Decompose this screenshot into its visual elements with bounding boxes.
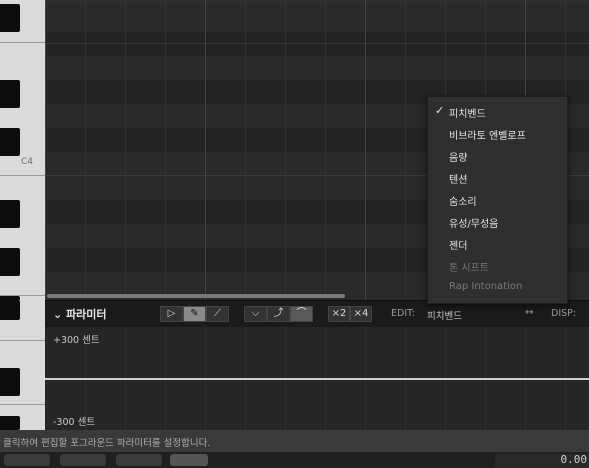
black-key[interactable] bbox=[0, 416, 20, 430]
horizontal-scrollbar[interactable] bbox=[47, 294, 345, 298]
swap-arrows-icon[interactable]: ↔ bbox=[525, 307, 533, 318]
curve-smooth-button[interactable]: ⤴ bbox=[267, 306, 290, 322]
zoom-x2-button[interactable]: ×2 bbox=[328, 306, 350, 322]
chevron-down-icon[interactable]: ⌄ bbox=[53, 308, 62, 321]
black-key[interactable] bbox=[0, 128, 20, 156]
black-key[interactable] bbox=[0, 248, 20, 276]
menu-item-vibrato-envelope[interactable]: 비브라토 엔벨로프 bbox=[428, 123, 567, 145]
pencil-icon: ✎ bbox=[190, 308, 199, 319]
curve-smooth-icon: ⤴ bbox=[273, 308, 284, 319]
time-readout: 0.00 bbox=[495, 453, 589, 468]
menu-item-tone-shift: 톤 시프트 bbox=[449, 263, 489, 274]
menu-item-pitch-bend[interactable]: ✓ 피치벤드 bbox=[428, 101, 567, 123]
select-tool-button[interactable]: ▷ bbox=[160, 306, 183, 322]
note-dropdown[interactable] bbox=[116, 454, 162, 466]
record-dropdown[interactable] bbox=[4, 454, 50, 466]
status-bar: 클릭하여 편집할 포그라운드 파라미터를 설정합니다. bbox=[0, 430, 589, 452]
edit-label: EDIT: bbox=[391, 308, 416, 319]
piano-keyboard-lower bbox=[0, 300, 45, 430]
bottom-toolbar: 0.00 bbox=[0, 452, 589, 468]
black-key[interactable] bbox=[0, 368, 20, 396]
menu-item-loudness[interactable]: 음량 bbox=[428, 145, 567, 167]
menu-item-tension[interactable]: 텐션 bbox=[428, 167, 567, 189]
black-key[interactable] bbox=[0, 80, 20, 108]
quantize-button[interactable] bbox=[170, 454, 208, 466]
parameter-panel-header: ⌄ 파라미터 ▷ ✎ ⟋ ⌵ ⤴ ⌒ ×2 ×4 EDIT: 피치벤드 ↔ DI… bbox=[45, 300, 589, 327]
line-tool-icon: ⟋ bbox=[214, 308, 221, 319]
menu-item-rap-intonation: Rap Intonation bbox=[449, 281, 523, 292]
cursor-icon: ▷ bbox=[167, 308, 176, 319]
parameter-panel-title[interactable]: ⌄ 파라미터 bbox=[53, 306, 107, 322]
check-icon: ✓ bbox=[435, 104, 445, 117]
black-key[interactable] bbox=[0, 200, 20, 228]
curve-up-icon: ⌒ bbox=[296, 308, 307, 319]
display-label: DISP: bbox=[551, 308, 577, 319]
grid-dropdown[interactable] bbox=[60, 454, 106, 466]
parameter-max-label: +300 센트 bbox=[53, 335, 100, 346]
menu-item-gender[interactable]: 젠더 bbox=[428, 233, 567, 255]
pitch-bend-curve[interactable] bbox=[45, 378, 589, 380]
black-key[interactable] bbox=[0, 4, 20, 32]
menu-item-voicing[interactable]: 유성/무성음 bbox=[428, 211, 567, 233]
curve-up-button[interactable]: ⌒ bbox=[290, 306, 313, 322]
curve-down-icon: ⌵ bbox=[251, 308, 260, 319]
parameter-min-label: -300 센트 bbox=[53, 417, 96, 428]
line-tool-button[interactable]: ⟋ bbox=[206, 306, 229, 322]
black-key[interactable] bbox=[0, 300, 20, 320]
zoom-x4-button[interactable]: ×4 bbox=[350, 306, 372, 322]
note-label-c4: C4 bbox=[21, 157, 34, 167]
menu-item-breathiness[interactable]: 숨소리 bbox=[428, 189, 567, 211]
parameter-edit-area[interactable]: +300 센트 -300 센트 bbox=[45, 327, 589, 430]
parameter-dropdown-menu: ✓ 피치벤드 비브라토 엔벨로프 음량 텐션 숨소리 유성/무성음 젠더 톤 시… bbox=[427, 96, 568, 304]
curve-down-button[interactable]: ⌵ bbox=[244, 306, 267, 322]
status-text: 클릭하여 편집할 포그라운드 파라미터를 설정합니다. bbox=[3, 438, 211, 449]
pencil-tool-button[interactable]: ✎ bbox=[183, 306, 206, 322]
edit-parameter-select[interactable]: 피치벤드 bbox=[427, 308, 462, 322]
